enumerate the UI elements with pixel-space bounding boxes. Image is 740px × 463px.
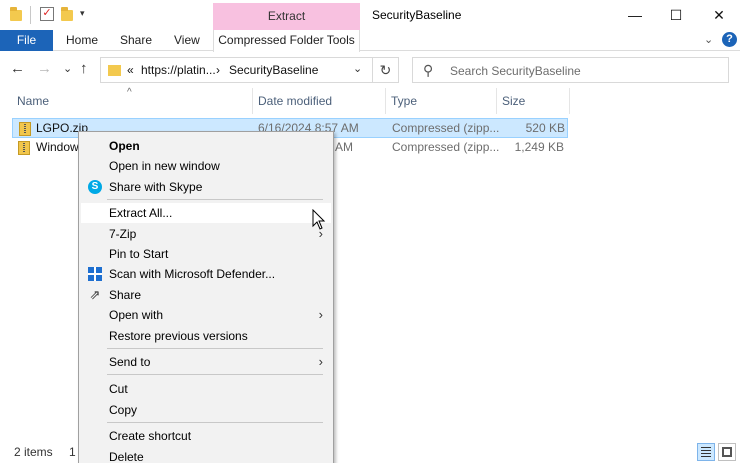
column-header-name[interactable]: Name	[12, 88, 253, 114]
help-icon[interactable]: ?	[722, 32, 737, 47]
folder-icon[interactable]	[10, 7, 22, 21]
menu-item-open-in-new-window[interactable]: Open in new window	[81, 156, 331, 176]
menu-separator	[107, 422, 323, 423]
menu-item-label: Share	[109, 288, 142, 302]
folder-icon	[108, 65, 121, 76]
menu-item-label: Send to	[109, 355, 151, 369]
tab-file[interactable]: File	[0, 30, 53, 51]
item-count: 2 items	[14, 445, 53, 459]
details-view-icon	[701, 447, 711, 457]
search-icon: ⚲	[423, 62, 434, 78]
file-type: Compressed (zipp...	[392, 121, 500, 135]
menu-item-open[interactable]: Open	[81, 136, 331, 156]
menu-item-label: Delete	[109, 450, 144, 463]
menu-item-share-with-skype[interactable]: S Share with Skype	[81, 177, 331, 197]
quick-access-divider	[30, 6, 31, 24]
large-icons-view-icon	[722, 447, 732, 457]
zip-folder-icon	[18, 141, 30, 155]
address-dropdown-icon[interactable]: ⌄	[353, 62, 362, 75]
defender-icon	[88, 267, 102, 281]
zip-folder-icon	[19, 122, 31, 136]
skype-icon: S	[88, 180, 102, 194]
maximize-button[interactable]: ☐	[653, 0, 699, 30]
search-input[interactable]: ⚲ Search SecurityBaseline	[412, 57, 729, 83]
menu-item-share[interactable]: ⇗ Share	[81, 285, 331, 305]
file-type: Compressed (zipp...	[392, 140, 500, 154]
menu-item-extract-all[interactable]: Extract All...	[81, 203, 331, 223]
address-segment[interactable]: https://platin...	[141, 63, 216, 77]
menu-item-open-with[interactable]: Open with ›	[81, 305, 331, 325]
menu-item-label: Cut	[109, 382, 128, 396]
up-arrow-icon[interactable]: ↑	[80, 60, 88, 78]
menu-item-restore-previous-versions[interactable]: Restore previous versions	[81, 326, 331, 346]
new-folder-icon[interactable]	[61, 7, 73, 21]
mouse-pointer-icon	[312, 209, 326, 230]
extract-context-tab[interactable]: Extract	[213, 3, 360, 30]
menu-item-label: Share with Skype	[109, 180, 203, 194]
menu-item-label: 7-Zip	[109, 227, 137, 241]
tab-compressed-folder-tools[interactable]: Compressed Folder Tools	[213, 30, 360, 52]
menu-item-label: Open	[109, 139, 140, 153]
refresh-button[interactable]: ↻	[373, 57, 399, 83]
column-header-date-modified[interactable]: Date modified	[253, 88, 386, 114]
menu-item-label: Extract All...	[109, 206, 173, 220]
back-arrow-icon[interactable]: ←	[10, 60, 25, 78]
menu-item-copy[interactable]: Copy	[81, 400, 331, 420]
tab-home[interactable]: Home	[66, 30, 98, 51]
context-menu: Open Open in new window S Share with Sky…	[78, 131, 334, 463]
file-size: 1,249 KB	[514, 140, 564, 154]
navigation-bar: ← → ⌄ ↑ « https://platin... › SecurityBa…	[0, 52, 740, 88]
minimize-button[interactable]: —	[612, 0, 658, 30]
tab-view[interactable]: View	[174, 30, 200, 51]
menu-item-label: Create shortcut	[109, 429, 192, 443]
file-size: 520 KB	[525, 121, 565, 135]
file-date: AM	[335, 140, 353, 154]
column-header-size[interactable]: Size	[497, 88, 570, 114]
menu-item-label: Restore previous versions	[109, 329, 248, 343]
menu-item-delete[interactable]: Delete	[81, 447, 331, 463]
tab-share[interactable]: Share	[120, 30, 152, 51]
menu-item-scan-with-defender[interactable]: Scan with Microsoft Defender...	[81, 264, 331, 284]
large-icons-view-button[interactable]	[718, 443, 736, 461]
customize-toolbar-icon[interactable]: ▾	[80, 8, 85, 19]
menu-item-pin-to-start[interactable]: Pin to Start	[81, 244, 331, 264]
title-bar: ✓ ▾ Extract SecurityBaseline — ☐ ✕	[0, 0, 740, 30]
address-overflow-icon[interactable]: «	[127, 63, 134, 77]
submenu-arrow-icon: ›	[318, 354, 323, 369]
menu-item-label: Scan with Microsoft Defender...	[109, 267, 276, 281]
details-view-button[interactable]	[697, 443, 715, 461]
menu-item-7-zip[interactable]: 7-Zip ›	[81, 224, 331, 244]
column-header-type[interactable]: Type	[386, 88, 497, 114]
menu-item-cut[interactable]: Cut	[81, 379, 331, 399]
menu-item-label: Copy	[109, 403, 138, 417]
menu-item-label: Open with	[109, 308, 164, 322]
selected-count: 1	[69, 445, 76, 459]
share-icon: ⇗	[89, 287, 101, 302]
menu-separator	[107, 348, 323, 349]
ribbon-tab-bar: File Home Share View Compressed Folder T…	[0, 30, 740, 52]
menu-item-create-shortcut[interactable]: Create shortcut	[81, 426, 331, 446]
forward-arrow-icon[interactable]: →	[37, 60, 52, 78]
recent-locations-icon[interactable]: ⌄	[63, 60, 72, 78]
menu-item-label: Pin to Start	[109, 247, 169, 261]
address-separator-icon[interactable]: ›	[216, 63, 220, 77]
menu-separator	[107, 199, 323, 200]
file-name: Window	[36, 140, 79, 154]
submenu-arrow-icon: ›	[318, 307, 323, 322]
address-bar[interactable]: « https://platin... › SecurityBaseline ⌄	[100, 57, 373, 83]
menu-item-label: Open in new window	[109, 159, 220, 173]
close-button[interactable]: ✕	[696, 0, 740, 30]
menu-item-send-to[interactable]: Send to ›	[81, 352, 331, 372]
search-placeholder: Search SecurityBaseline	[450, 64, 581, 78]
window-title: SecurityBaseline	[372, 8, 462, 22]
address-segment-current[interactable]: SecurityBaseline	[229, 63, 318, 77]
ribbon-collapse-icon[interactable]: ⌄	[704, 33, 713, 46]
menu-separator	[107, 374, 323, 375]
properties-icon[interactable]: ✓	[40, 7, 54, 21]
